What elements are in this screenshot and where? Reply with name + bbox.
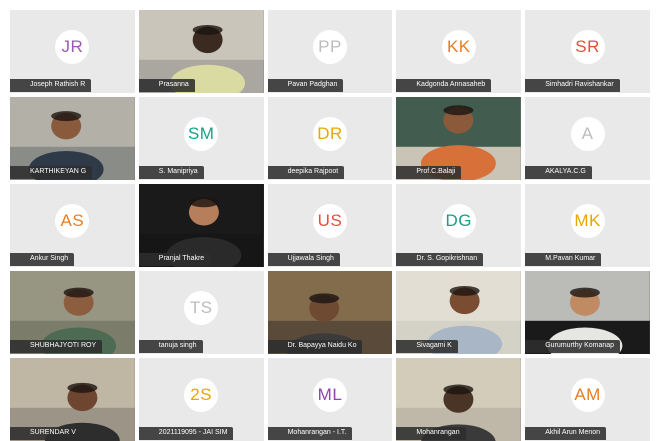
participant-name-label: Ujjawala Singh <box>267 253 340 266</box>
participant-name-label: SHUBHAJYOTI ROY <box>10 340 103 353</box>
participant-initials-avatar: KK <box>441 29 476 64</box>
participant-tile[interactable]: Prasanna <box>138 10 264 93</box>
participant-initials-avatar: SM <box>184 116 219 151</box>
participant-name-label: Dr. S. Gopikrishnan <box>396 253 484 266</box>
participant-tile[interactable]: Pranjal Thakre <box>138 184 264 267</box>
participant-name-label: Sivagami K <box>396 340 458 353</box>
participant-name-label: Simhadri Ravishankar <box>525 79 620 92</box>
participant-tile[interactable]: Dr. Bapayya Naidu Ko <box>267 271 393 354</box>
participant-initials-avatar: SR <box>570 29 605 64</box>
participant-name-label: deepika Rajpoot <box>267 166 345 179</box>
participant-tile[interactable]: Sivagami K <box>396 271 522 354</box>
participant-tile[interactable]: DR deepika Rajpoot <box>267 97 393 180</box>
participant-tile[interactable]: KK Kadgonda Annasaheb <box>396 10 522 93</box>
participant-tile[interactable]: JR Joseph Rathish R <box>10 10 135 93</box>
person-hair <box>443 384 474 395</box>
participant-name-label: Gurumurthy Komanap <box>525 340 621 353</box>
person-hair <box>450 285 481 296</box>
participant-name-label: Dr. Bapayya Naidu Ko <box>267 340 363 353</box>
person-hair <box>51 111 82 122</box>
participant-tile[interactable]: DG Dr. S. Gopikrishnan <box>396 184 522 267</box>
participant-tile[interactable]: MK M.Pavan Kumar <box>525 184 650 267</box>
participant-name-label: Prasanna <box>138 79 195 92</box>
person-hair <box>308 293 339 304</box>
participant-initials-avatar: JR <box>55 29 90 64</box>
participant-initials-avatar: AM <box>570 377 605 412</box>
participant-grid: JR Joseph Rathish R Prasanna PP Pavan Padgha… <box>10 10 650 441</box>
participant-tile[interactable]: US Ujjawala Singh <box>267 184 393 267</box>
participant-name-label: AKALYA.C.G <box>525 166 592 179</box>
participant-tile[interactable]: TS tanuja singh <box>138 271 264 354</box>
participant-initials-avatar: MK <box>570 203 605 238</box>
participant-name-label: Joseph Rathish R <box>10 79 92 92</box>
participant-tile[interactable]: SHUBHAJYOTI ROY <box>10 271 135 354</box>
participant-name-label: KARTHIKEYAN G <box>10 166 93 179</box>
person-hair <box>63 287 94 298</box>
participant-tile[interactable]: SURENDAR V <box>10 358 135 441</box>
person-hair <box>192 24 223 35</box>
person-hair <box>570 287 601 298</box>
person-hair <box>443 105 474 116</box>
participant-name-label: Pranjal Thakre <box>138 253 211 266</box>
participant-initials-avatar: PP <box>312 29 347 64</box>
participant-tile[interactable]: Mohanrangan <box>396 358 522 441</box>
participant-tile[interactable]: KARTHIKEYAN G <box>10 97 135 180</box>
participant-tile[interactable]: SR Simhadri Ravishankar <box>525 10 650 93</box>
participant-tile[interactable]: PP Pavan Padghan <box>267 10 393 93</box>
participant-initials-avatar: A <box>570 116 605 151</box>
participant-name-label: M.Pavan Kumar <box>525 253 602 266</box>
participant-name-label: S. Manipriya <box>138 166 204 179</box>
participant-name-label: Kadgonda Annasaheb <box>396 79 492 92</box>
participant-initials-avatar: AS <box>55 203 90 238</box>
participant-tile[interactable]: SM S. Manipriya <box>138 97 264 180</box>
person-hair <box>67 382 98 393</box>
participant-initials-avatar: US <box>312 203 347 238</box>
participant-name-label: tanuja singh <box>138 340 203 353</box>
participant-tile[interactable]: Prof.C.Balaji <box>396 97 522 180</box>
participant-tile[interactable]: ML Mohanrangan - I.T. <box>267 358 393 441</box>
participant-tile[interactable]: AM Akhil Arun Menon <box>525 358 650 441</box>
participant-initials-avatar: 2S <box>184 377 219 412</box>
participant-tile[interactable]: 2S 2021119095 - JAI SIM <box>138 358 264 441</box>
participant-name-label: Ankur Singh <box>10 253 75 266</box>
participant-name-label: Prof.C.Balaji <box>396 166 462 179</box>
participant-tile[interactable]: AS Ankur Singh <box>10 184 135 267</box>
participant-initials-avatar: DR <box>312 116 347 151</box>
participant-name-label: Pavan Padghan <box>267 79 344 92</box>
participant-initials-avatar: ML <box>312 377 347 412</box>
participant-tile[interactable]: Gurumurthy Komanap <box>525 271 650 354</box>
participant-tile[interactable]: A AKALYA.C.G <box>525 97 650 180</box>
participant-initials-avatar: DG <box>441 203 476 238</box>
participant-initials-avatar: TS <box>184 290 219 325</box>
person-hair <box>188 197 219 208</box>
